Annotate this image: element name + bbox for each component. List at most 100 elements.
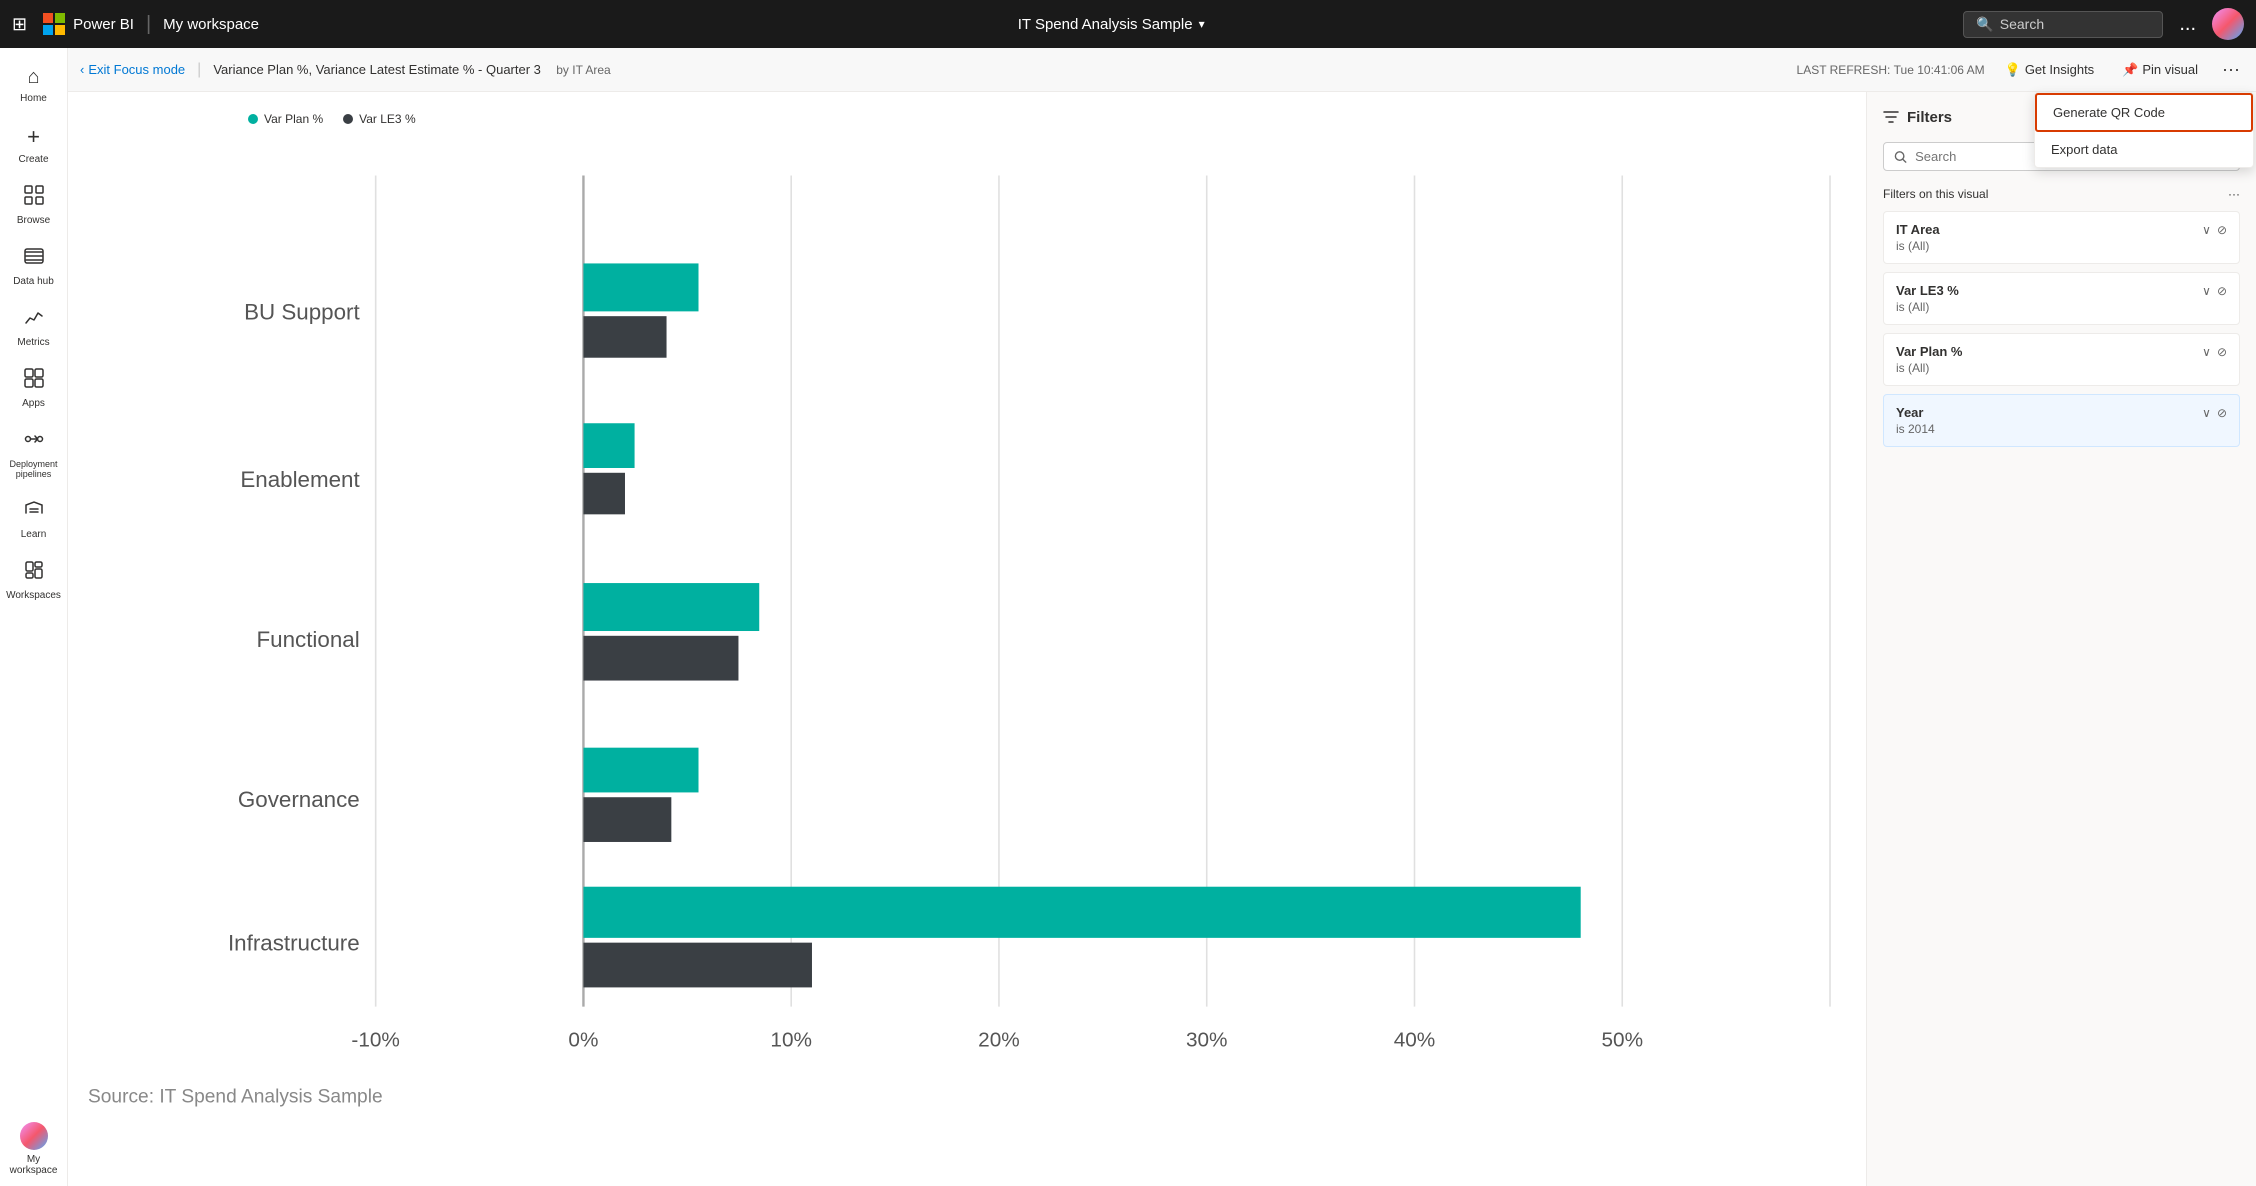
home-icon: ⌂: [27, 66, 39, 89]
filter-card-year[interactable]: Year ∨ ⊘ is 2014: [1883, 394, 2240, 447]
sidebar-label-browse: Browse: [17, 215, 50, 226]
bar-infrastructure-varplan: [583, 887, 1580, 938]
filter-name-var-plan: Var Plan %: [1896, 344, 1962, 359]
topbar: ⊞ Power BI | My workspace IT Spend Analy…: [0, 0, 2256, 48]
browse-icon: [24, 185, 44, 211]
filter-chevron-var-le3[interactable]: ∨: [2202, 284, 2211, 298]
sidebar-item-datahub[interactable]: Data hub: [0, 236, 67, 297]
filter-card-var-le3[interactable]: Var LE3 % ∨ ⊘ is (All): [1883, 272, 2240, 325]
pin-visual-button[interactable]: 📌 Pin visual: [2114, 58, 2206, 82]
sidebar-label-apps: Apps: [22, 398, 45, 409]
filters-section-more[interactable]: ···: [2228, 187, 2240, 201]
subbar-more-button[interactable]: ···: [2218, 55, 2244, 84]
datahub-icon: [24, 246, 44, 272]
sidebar-label-deployment: Deployment pipelines: [8, 459, 59, 479]
subbar-subtitle: by IT Area: [553, 63, 611, 77]
filter-card-it-area-header: IT Area ∨ ⊘: [1896, 222, 2227, 237]
filter-chevron-it-area[interactable]: ∨: [2202, 223, 2211, 237]
sidebar-label-learn: Learn: [21, 529, 47, 540]
sidebar-label-create: Create: [18, 154, 48, 165]
ms-logo-icon: [43, 13, 65, 35]
pin-visual-label: Pin visual: [2142, 62, 2198, 77]
generate-qr-menuitem[interactable]: Generate QR Code: [2035, 93, 2253, 132]
sidebar: ⌂ Home + Create Browse Data hub Metrics …: [0, 48, 68, 1186]
bar-functional-varle3: [583, 636, 738, 681]
filter-clear-var-le3[interactable]: ⊘: [2217, 284, 2227, 298]
export-data-label: Export data: [2051, 142, 2118, 157]
deployment-icon: [24, 429, 44, 455]
pin-icon: 📌: [2122, 62, 2138, 78]
bar-enablement-varle3: [583, 473, 625, 515]
grid-icon[interactable]: ⊞: [12, 14, 27, 35]
sidebar-label-datahub: Data hub: [13, 276, 54, 287]
filter-chevron-year[interactable]: ∨: [2202, 406, 2211, 420]
sidebar-item-learn[interactable]: Learn: [0, 489, 67, 550]
myworkspace-avatar: [20, 1122, 48, 1150]
filter-value-var-plan: is (All): [1896, 361, 2227, 375]
exit-focus-button[interactable]: ‹ Exit Focus mode: [80, 62, 185, 77]
chart-svg: BU Support Enablement Functional Governa…: [88, 142, 1846, 1136]
filter-card-it-area[interactable]: IT Area ∨ ⊘ is (All): [1883, 211, 2240, 264]
topbar-workspace[interactable]: My workspace: [163, 16, 259, 33]
svg-text:30%: 30%: [1186, 1029, 1228, 1052]
avatar[interactable]: [2212, 8, 2244, 40]
bar-busupport-varplan: [583, 263, 698, 311]
filters-title-label: Filters: [1907, 109, 1952, 126]
chart-area: Var Plan % Var LE3 % BU Support Enableme…: [68, 92, 1866, 1186]
bar-governance-varplan: [583, 748, 698, 793]
sidebar-label-home: Home: [20, 93, 47, 104]
sidebar-label-metrics: Metrics: [17, 337, 49, 348]
legend-dot-var-plan: [248, 114, 258, 124]
subbar: ‹ Exit Focus mode | Variance Plan %, Var…: [68, 48, 2256, 92]
sidebar-item-deployment[interactable]: Deployment pipelines: [0, 419, 67, 489]
filter-name-it-area: IT Area: [1896, 222, 1940, 237]
filter-card-var-plan-header: Var Plan % ∨ ⊘: [1896, 344, 2227, 359]
sidebar-item-browse[interactable]: Browse: [0, 175, 67, 236]
filter-clear-var-plan[interactable]: ⊘: [2217, 345, 2227, 359]
lightbulb-icon: 💡: [2005, 62, 2021, 78]
sidebar-item-home[interactable]: ⌂ Home: [0, 56, 67, 114]
legend-label-var-le3: Var LE3 %: [359, 112, 415, 126]
filter-chevron-var-plan[interactable]: ∨: [2202, 345, 2211, 359]
svg-text:50%: 50%: [1601, 1029, 1643, 1052]
chevron-left-icon: ‹: [80, 62, 84, 77]
sidebar-item-workspaces[interactable]: Workspaces: [0, 550, 67, 611]
filter-clear-year[interactable]: ⊘: [2217, 406, 2227, 420]
chart-legend: Var Plan % Var LE3 %: [248, 112, 1846, 126]
sidebar-item-myworkspace[interactable]: My workspace: [0, 1112, 67, 1186]
workspaces-icon: [24, 560, 44, 586]
filter-actions-year: ∨ ⊘: [2202, 406, 2227, 420]
topbar-more-button[interactable]: ...: [2175, 9, 2200, 40]
search-box[interactable]: 🔍 Search: [1963, 11, 2163, 38]
subbar-title: Variance Plan %, Variance Latest Estimat…: [213, 62, 541, 77]
search-icon: 🔍: [1976, 16, 1993, 33]
get-insights-button[interactable]: 💡 Get Insights: [1997, 58, 2103, 82]
report-title[interactable]: IT Spend Analysis Sample: [1018, 16, 1193, 33]
filter-actions-var-le3: ∨ ⊘: [2202, 284, 2227, 298]
last-refresh-label: LAST REFRESH: Tue 10:41:06 AM: [1797, 63, 1985, 77]
metrics-icon: [24, 307, 44, 333]
sidebar-label-myworkspace: My workspace: [8, 1154, 59, 1176]
legend-var-le3: Var LE3 %: [343, 112, 415, 126]
microsoft-logo: [43, 13, 65, 35]
sidebar-item-apps[interactable]: Apps: [0, 358, 67, 419]
svg-text:BU Support: BU Support: [244, 299, 360, 324]
svg-text:40%: 40%: [1394, 1029, 1436, 1052]
export-data-menuitem[interactable]: Export data: [2035, 132, 2253, 167]
svg-text:Functional: Functional: [257, 627, 360, 652]
filter-card-var-plan[interactable]: Var Plan % ∨ ⊘ is (All): [1883, 333, 2240, 386]
svg-text:0%: 0%: [568, 1029, 598, 1052]
chevron-down-icon[interactable]: ▾: [1199, 17, 1205, 31]
svg-text:Enablement: Enablement: [240, 467, 360, 492]
filter-actions-it-area: ∨ ⊘: [2202, 223, 2227, 237]
filter-value-it-area: is (All): [1896, 239, 2227, 253]
search-placeholder: Search: [2000, 16, 2044, 32]
learn-icon: [24, 499, 44, 525]
bar-functional-varplan: [583, 583, 759, 631]
get-insights-label: Get Insights: [2025, 62, 2094, 77]
sidebar-item-create[interactable]: + Create: [0, 114, 67, 175]
filter-clear-it-area[interactable]: ⊘: [2217, 223, 2227, 237]
svg-text:-10%: -10%: [351, 1029, 399, 1052]
sidebar-item-metrics[interactable]: Metrics: [0, 297, 67, 358]
svg-text:Source: IT Spend Analysis Samp: Source: IT Spend Analysis Sample: [88, 1086, 383, 1107]
